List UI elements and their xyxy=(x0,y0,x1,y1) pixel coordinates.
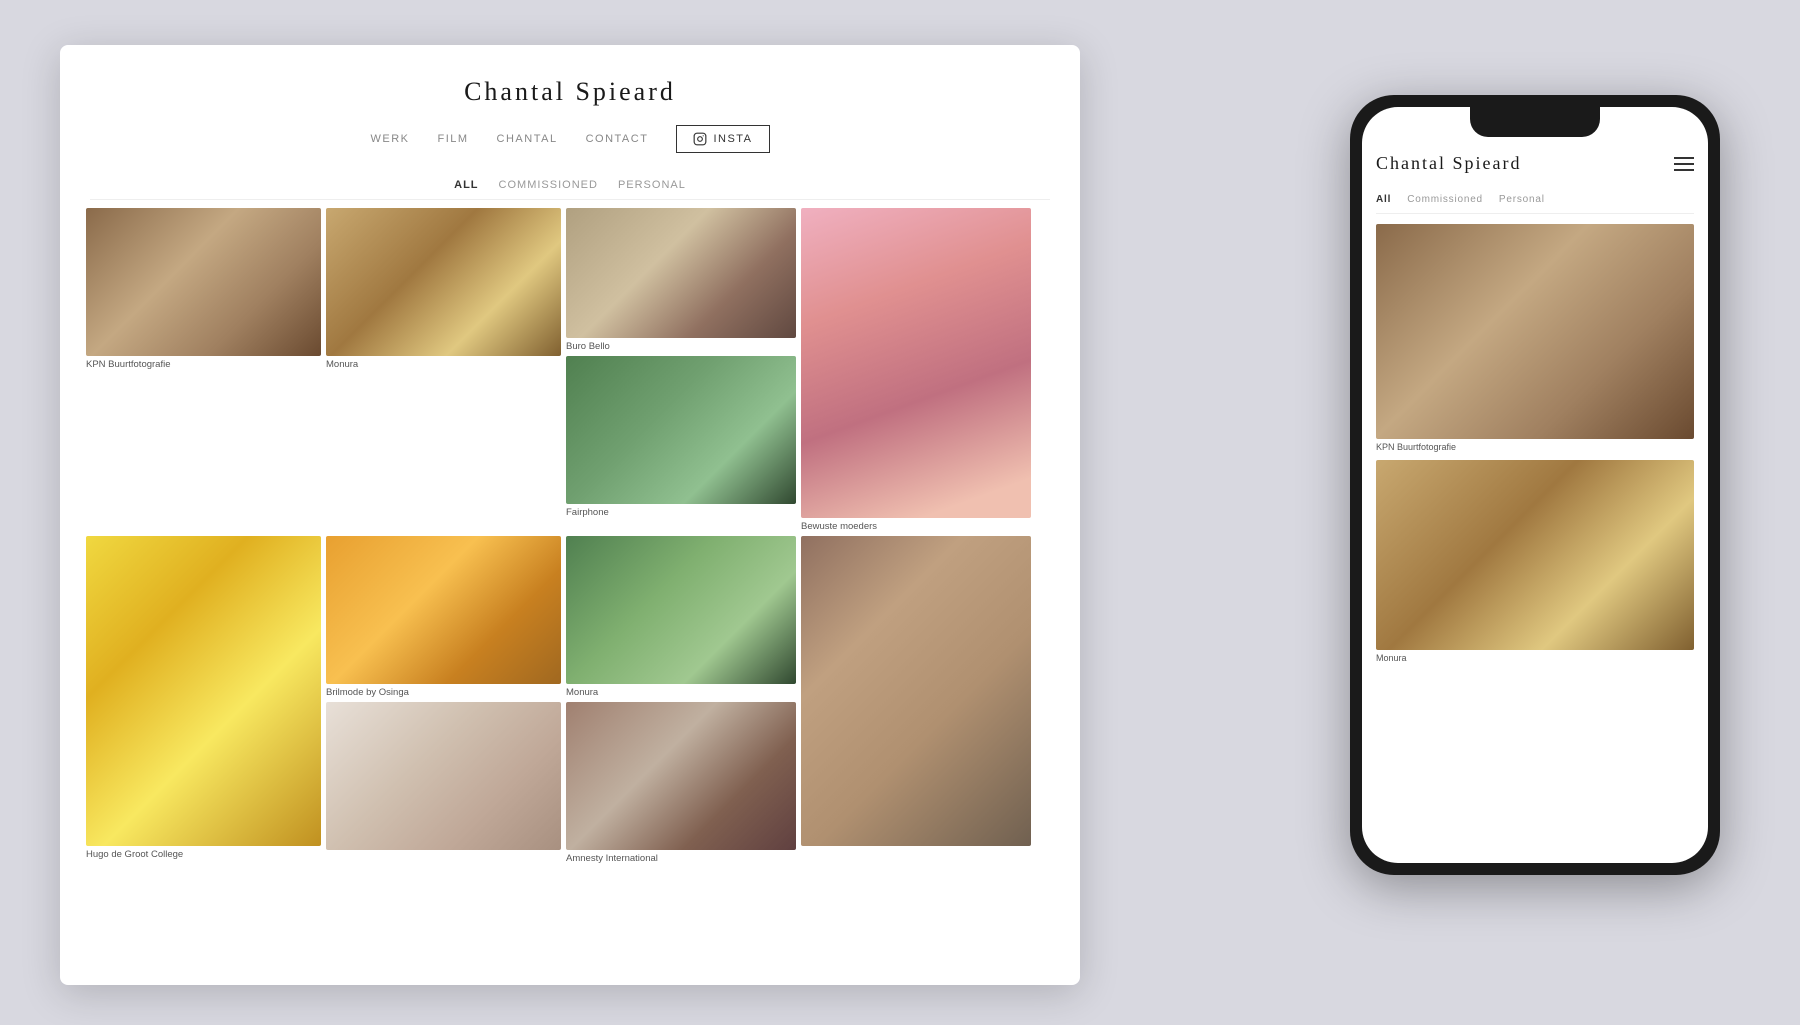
grid-cell-bottom xyxy=(801,536,1031,864)
hamburger-menu[interactable] xyxy=(1674,157,1694,171)
phone-content: Chantal Spieard All Commissioned Persona… xyxy=(1362,107,1708,863)
hamburger-line-2 xyxy=(1674,163,1694,165)
desktop-nav: WERK FILM CHANTAL CONTACT INSTA xyxy=(60,125,1080,167)
filter-commissioned[interactable]: Commissioned xyxy=(499,179,598,191)
grid-cell-bril: Brilmode by Osinga xyxy=(326,536,561,864)
desktop-site-title: Chantal Spieard xyxy=(60,77,1080,107)
grid-row-1: KPN Buurtfotografie Monura Buro Bello Fa… xyxy=(86,208,1054,532)
caption-monura1: Monura xyxy=(326,359,561,370)
phone-filter-all[interactable]: All xyxy=(1376,194,1391,205)
phone-photo-kpn: KPN Buurtfotografie xyxy=(1376,224,1694,458)
phone-filter-commissioned[interactable]: Commissioned xyxy=(1407,194,1483,205)
phone-photo-grid: KPN Buurtfotografie Monura xyxy=(1376,224,1694,671)
filter-personal[interactable]: Personal xyxy=(618,179,686,191)
filter-all[interactable]: All xyxy=(454,179,478,191)
phone-photo-monura: Monura xyxy=(1376,460,1694,669)
grid-cell-monura2: Monura Amnesty International xyxy=(566,536,796,864)
phone-site-title: Chantal Spieard xyxy=(1376,153,1521,174)
grid-row-2: Hugo de Groot College Brilmode by Osinga… xyxy=(86,536,1054,864)
caption-kpn: KPN Buurtfotografie xyxy=(86,359,321,370)
desktop-browser: Chantal Spieard WERK FILM CHANTAL CONTAC… xyxy=(60,45,1080,985)
phone-notch xyxy=(1470,107,1600,137)
phone-filter-bar: All Commissioned Personal xyxy=(1376,186,1694,214)
nav-chantal[interactable]: CHANTAL xyxy=(497,133,558,145)
nav-film[interactable]: FILM xyxy=(437,133,468,145)
phone-filter-personal[interactable]: Personal xyxy=(1499,194,1545,205)
browser-header: Chantal Spieard WERK FILM CHANTAL CONTAC… xyxy=(60,45,1080,167)
insta-label: INSTA xyxy=(713,133,752,145)
caption-hugo: Hugo de Groot College xyxy=(86,849,321,860)
grid-cell-hugo: Hugo de Groot College xyxy=(86,536,321,864)
caption-pink: Bewuste moeders xyxy=(801,521,1031,532)
phone-screen: Chantal Spieard All Commissioned Persona… xyxy=(1362,107,1708,863)
desktop-photo-grid: KPN Buurtfotografie Monura Buro Bello Fa… xyxy=(60,200,1080,864)
nav-werk[interactable]: WERK xyxy=(370,133,409,145)
instagram-icon xyxy=(693,132,707,146)
caption-amnesty: Amnesty International xyxy=(566,853,796,864)
grid-cell-monura1: Monura xyxy=(326,208,561,532)
desktop-filter-bar: All Commissioned Personal xyxy=(90,167,1050,200)
phone-header: Chantal Spieard xyxy=(1376,145,1694,186)
caption-bril: Brilmode by Osinga xyxy=(326,687,561,698)
scene: Chantal Spieard WERK FILM CHANTAL CONTAC… xyxy=(0,0,1800,1025)
grid-cell-buro: Buro Bello Fairphone xyxy=(566,208,796,532)
mobile-phone: Chantal Spieard All Commissioned Persona… xyxy=(1350,95,1720,875)
caption-fairphone: Fairphone xyxy=(566,507,796,518)
phone-caption-monura: Monura xyxy=(1376,653,1694,663)
grid-cell-pink: Bewuste moeders xyxy=(801,208,1031,532)
phone-caption-kpn: KPN Buurtfotografie xyxy=(1376,442,1694,452)
caption-monura2: Monura xyxy=(566,687,796,698)
hamburger-line-1 xyxy=(1674,157,1694,159)
nav-contact[interactable]: CONTACT xyxy=(586,133,649,145)
caption-buro: Buro Bello xyxy=(566,341,796,352)
nav-insta-button[interactable]: INSTA xyxy=(676,125,769,153)
hamburger-line-3 xyxy=(1674,169,1694,171)
grid-cell-kpn: KPN Buurtfotografie xyxy=(86,208,321,532)
